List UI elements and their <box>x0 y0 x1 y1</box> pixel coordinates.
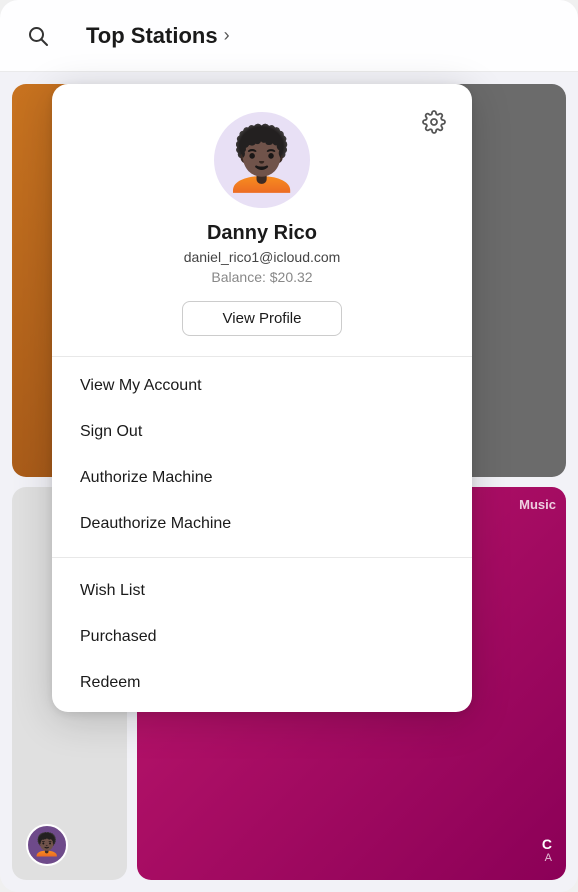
user-name: Danny Rico <box>207 222 317 245</box>
menu-item-sign-out[interactable]: Sign Out <box>52 409 472 455</box>
settings-button[interactable] <box>416 104 452 140</box>
user-balance: Balance: $20.32 <box>211 269 312 285</box>
bottom-right-card-label: Music <box>519 497 556 512</box>
search-button[interactable] <box>20 18 56 54</box>
menu-item-wish-list[interactable]: Wish List <box>52 568 472 614</box>
section-divider <box>52 557 472 558</box>
page-title: Top Stations › <box>86 23 230 49</box>
app-background: Top Stations › Music 🧑🏿‍🦱 Music C A <box>0 0 578 892</box>
top-bar: Top Stations › <box>0 0 578 72</box>
menu-section-2: Wish List Purchased Redeem <box>52 562 472 712</box>
menu-item-redeem[interactable]: Redeem <box>52 660 472 706</box>
chevron-right-icon: › <box>224 25 230 46</box>
avatar: 🧑🏿‍🦱 <box>214 112 310 208</box>
menu-item-deauthorize-machine[interactable]: Deauthorize Machine <box>52 501 472 547</box>
card-text-block: C A <box>542 836 552 864</box>
menu-section-1: View My Account Sign Out Authorize Machi… <box>52 357 472 553</box>
popup-header: 🧑🏿‍🦱 Danny Rico daniel_rico1@icloud.com … <box>52 84 472 356</box>
menu-item-purchased[interactable]: Purchased <box>52 614 472 660</box>
menu-item-authorize-machine[interactable]: Authorize Machine <box>52 455 472 501</box>
account-dropdown: 🧑🏿‍🦱 Danny Rico daniel_rico1@icloud.com … <box>52 84 472 712</box>
user-email: daniel_rico1@icloud.com <box>184 249 341 265</box>
view-profile-button[interactable]: View Profile <box>182 301 343 336</box>
menu-item-view-my-account[interactable]: View My Account <box>52 363 472 409</box>
small-avatar: 🧑🏿‍🦱 <box>26 824 68 866</box>
